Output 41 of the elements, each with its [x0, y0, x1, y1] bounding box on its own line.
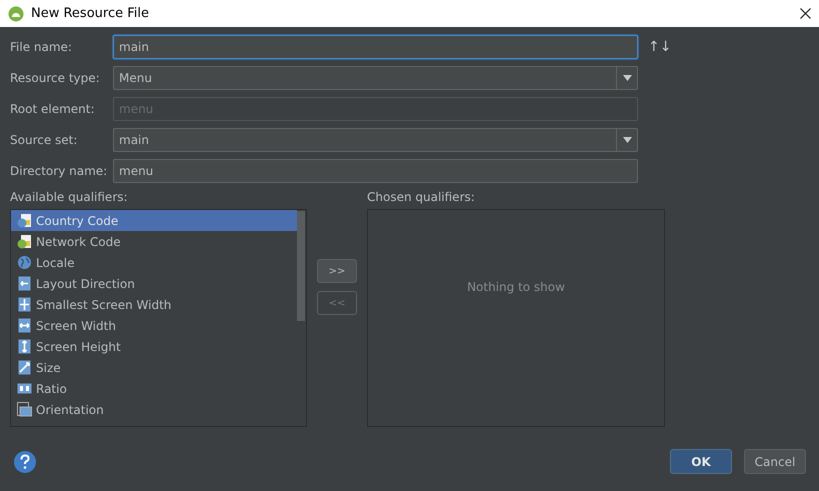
- sim-card-icon: [17, 234, 32, 249]
- cancel-button[interactable]: Cancel: [744, 449, 806, 474]
- caret-down-icon: [622, 137, 632, 143]
- qualifier-item[interactable]: Smallest Screen Width: [11, 294, 297, 315]
- window-title: New Resource File: [31, 6, 150, 21]
- arrow-left-icon: [17, 276, 32, 291]
- scrollbar-thumb[interactable]: [297, 211, 305, 321]
- text-field[interactable]: main: [113, 35, 638, 59]
- field-label: Source set:: [10, 133, 78, 147]
- help-icon[interactable]: [14, 450, 36, 472]
- qualifier-item[interactable]: Ratio: [11, 378, 297, 399]
- section-label: Available qualifiers:: [10, 190, 129, 204]
- field-label: Resource type:: [10, 71, 101, 85]
- qualifier-item[interactable]: Orientation: [11, 399, 297, 420]
- qualifier-item[interactable]: Locale: [11, 252, 297, 273]
- field-label: Directory name:: [10, 164, 108, 178]
- ok-button[interactable]: OK: [670, 449, 732, 474]
- dropdown-field[interactable]: main: [113, 128, 638, 152]
- device-icon: [17, 402, 32, 417]
- sort-button[interactable]: ↑↓: [648, 39, 672, 55]
- empty-text: Nothing to show: [467, 280, 565, 294]
- qualifier-item[interactable]: Screen Height: [11, 336, 297, 357]
- field-label: File name:: [10, 40, 73, 54]
- field-label: Root element:: [10, 102, 96, 116]
- qualifier-item[interactable]: Size: [11, 357, 297, 378]
- globe-icon: [17, 255, 32, 270]
- qualifier-item[interactable]: Layout Direction: [11, 273, 297, 294]
- section-label: Chosen qualifiers:: [367, 190, 476, 204]
- move-button[interactable]: >>: [317, 259, 357, 283]
- qualifier-item[interactable]: Network Code: [11, 231, 297, 252]
- text-field[interactable]: menu: [113, 159, 638, 183]
- android-icon: [8, 6, 24, 22]
- dropdown-field[interactable]: Menu: [113, 66, 638, 90]
- caret-down-icon: [622, 75, 632, 81]
- qualifier-item[interactable]: Country Code: [11, 210, 297, 231]
- close-icon[interactable]: [800, 8, 811, 19]
- diagonal-arrow-icon: [17, 360, 32, 375]
- qualifier-item[interactable]: Screen Width: [11, 315, 297, 336]
- move-icon: [17, 297, 32, 312]
- sim-card-icon: [17, 213, 32, 228]
- ratio-icon: [17, 381, 32, 396]
